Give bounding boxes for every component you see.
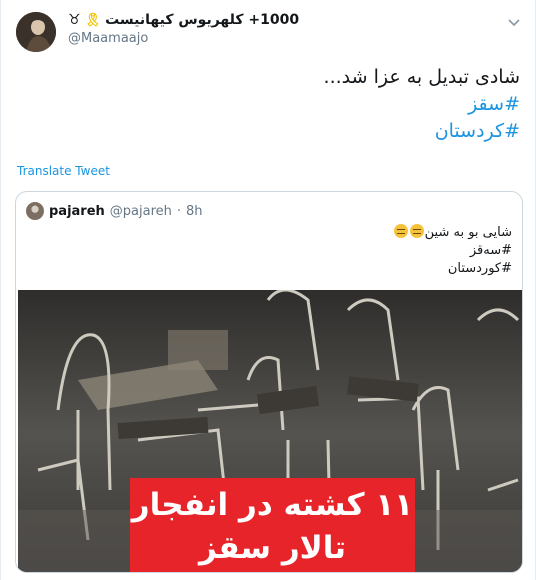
quoted-media-image[interactable]: ۱۱ کشته در انفجار تالار سقز (18, 290, 522, 572)
quoted-hashtag-kurdistan: #کوردستان (447, 261, 512, 276)
yellow-ribbon-icon: 🎗 (84, 12, 102, 28)
quoted-tweet-text: شایی بو به شین #سەقز #کوردستان (32, 224, 512, 278)
tweet-text: شادی تبدیل به عزا شد... #سقز #کردستان (20, 64, 520, 145)
hashtag-link-saqqez[interactable]: #سقز (20, 91, 520, 118)
quoted-text-main: شایی بو به شین (424, 225, 512, 240)
chevron-down-icon[interactable] (506, 14, 522, 30)
separator-dot: · (176, 203, 182, 219)
banner-line-1: ۱۱ کشته در انفجار (131, 487, 414, 523)
quoted-tweet-time[interactable]: 8h (186, 204, 203, 219)
author-avatar[interactable] (16, 12, 56, 52)
news-banner: ۱۱ کشته در انفجار تالار سقز (130, 478, 415, 572)
banner-line-2: تالار سقز (198, 530, 347, 566)
tweet-header: ♉ 🎗 کلهریوس کیهانیست ‎+1000 @Maamaajo (16, 10, 526, 54)
quoted-author-name[interactable]: pajareh (49, 204, 105, 219)
expressionless-face-icon (393, 224, 408, 238)
quoted-author-handle[interactable]: @pajareh (110, 204, 172, 219)
author-names: ♉ 🎗 کلهریوس کیهانیست ‎+1000 @Maamaajo (68, 12, 299, 46)
hashtag-link-kurdistan[interactable]: #کردستان (20, 118, 520, 145)
tweet-card[interactable]: ♉ 🎗 کلهریوس کیهانیست ‎+1000 @Maamaajo شا… (0, 0, 536, 580)
taurus-symbol-icon: ♉ (68, 12, 81, 28)
quoted-text-line: شایی بو به شین (32, 224, 512, 242)
translate-tweet-link[interactable]: Translate Tweet (17, 164, 110, 178)
tweet-text-line: شادی تبدیل به عزا شد... (323, 66, 520, 88)
quoted-hashtag-saqqez: #سەقز (469, 243, 512, 258)
author-handle[interactable]: @Maamaajo (68, 31, 299, 46)
quoted-tweet[interactable]: pajareh @pajareh · 8h شایی بو به شین #سە… (15, 191, 523, 573)
quoted-tweet-header: pajareh @pajareh · 8h (26, 201, 203, 221)
author-display-name-row[interactable]: ♉ 🎗 کلهریوس کیهانیست ‎+1000 (68, 12, 299, 28)
author-display-name[interactable]: کلهریوس کیهانیست ‎+1000 (105, 12, 299, 28)
quoted-author-avatar[interactable] (26, 202, 44, 220)
expressionless-face-icon (409, 224, 424, 238)
